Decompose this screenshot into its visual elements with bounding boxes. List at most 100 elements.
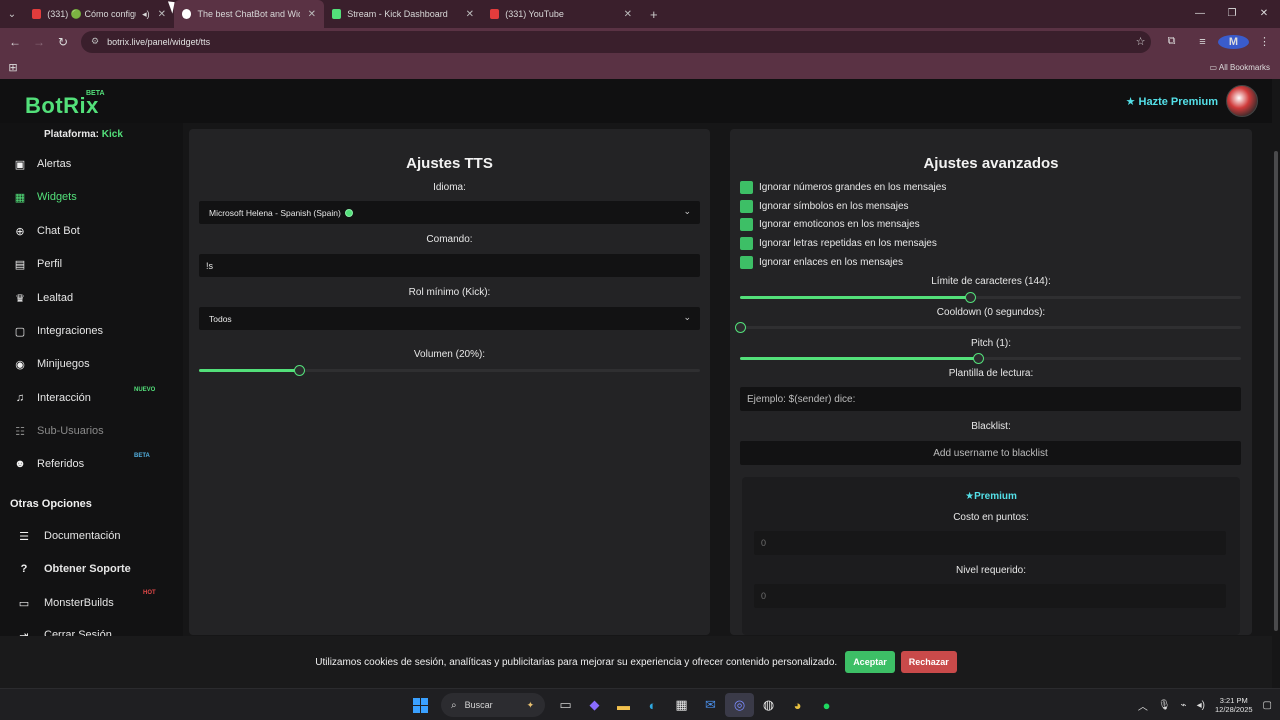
hazte-premium-link[interactable]: ★ Hazte Premium <box>1126 95 1218 108</box>
cooldown-slider[interactable] <box>735 321 1241 333</box>
premium-title: ★Premium <box>742 491 1240 502</box>
copilot-icon[interactable]: ◆ <box>580 693 609 717</box>
command-input[interactable]: !s <box>199 254 700 277</box>
sidebar-item-chat-bot[interactable]: ⊕ Chat Bot <box>12 222 79 240</box>
reject-cookies-button[interactable]: Rechazar <box>900 651 957 673</box>
sidebar-item-lealtad[interactable]: ♛ Lealtad <box>12 289 73 307</box>
sidebar-item-sub-usuarios[interactable]: ☷ Sub-Usuarios <box>12 422 104 440</box>
cooldown-label: Cooldown (0 segundos): <box>936 307 1046 318</box>
windows-taskbar: ⌕ Buscar ✦ ▭ ◆ ▬ ◐ ▦ ✉ ◎ ◍ ◕ ● ︿ 🎙 ⌁ ◂) … <box>0 688 1280 720</box>
more-menu-icon[interactable]: ⋮ <box>1249 35 1280 48</box>
star-icon: ★ <box>1125 96 1136 108</box>
ignore-links-checkbox[interactable]: Ignorar enlaces en los mensajes <box>740 255 903 269</box>
extensions-icon[interactable]: ⧉ <box>1156 35 1187 48</box>
ignore-repeated-letters-checkbox[interactable]: Ignorar letras repetidas en los mensajes <box>740 236 937 250</box>
forward-icon[interactable]: → <box>27 35 51 49</box>
close-tab-icon[interactable]: ✕ <box>624 9 632 20</box>
close-tab-icon[interactable]: ✕ <box>158 9 166 20</box>
apps-grid-icon[interactable]: ⊞ <box>0 61 26 74</box>
sidebar-item-obtener-soporte[interactable]: ? Obtener Soporte <box>16 560 131 578</box>
spotify-icon[interactable]: ● <box>812 693 841 717</box>
cost-input[interactable]: 0 <box>754 531 1226 555</box>
browser-tab[interactable]: Stream - Kick Dashboard ✕ <box>324 0 482 28</box>
scrollbar-thumb[interactable] <box>1274 151 1278 631</box>
minimize-icon[interactable]: — <box>1184 0 1216 28</box>
avatar[interactable] <box>1226 85 1258 117</box>
notifications-icon[interactable]: ▢ <box>1263 700 1272 711</box>
volume-slider[interactable] <box>199 364 700 376</box>
checkbox-checked[interactable] <box>740 255 753 269</box>
checkbox-checked[interactable] <box>740 217 753 231</box>
ignore-big-numbers-checkbox[interactable]: Ignorar números grandes en los mensajes <box>740 180 946 194</box>
file-explorer-icon[interactable]: ▬ <box>609 693 638 717</box>
search-label: Buscar <box>464 700 493 710</box>
browser-tab[interactable]: (331) 🟢 Cómo configurar ◂) ✕ <box>24 0 174 28</box>
sidebar-item-interaccion[interactable]: ♫ Interacción <box>12 389 91 407</box>
page-scrollbar[interactable] <box>1272 123 1280 688</box>
ignore-emotes-checkbox[interactable]: Ignorar emoticonos en los mensajes <box>740 217 920 231</box>
sidebar-item-alertas[interactable]: ▣ Alertas <box>12 155 71 173</box>
level-input[interactable]: 0 <box>754 584 1226 608</box>
role-select[interactable]: Todos ⌄ <box>199 307 700 330</box>
checkbox-checked[interactable] <box>740 199 753 213</box>
reload-icon[interactable]: ↻ <box>51 35 75 49</box>
close-tab-icon[interactable]: ✕ <box>466 9 474 20</box>
wifi-icon[interactable]: ⌁ <box>1181 700 1187 711</box>
char-limit-slider[interactable] <box>740 291 1241 303</box>
language-select[interactable]: Microsoft Helena - Spanish (Spain) ⌄ <box>199 201 700 224</box>
accept-cookies-button[interactable]: Aceptar <box>845 651 895 673</box>
task-view-icon[interactable]: ▭ <box>551 693 580 717</box>
slider-thumb[interactable] <box>965 292 977 303</box>
sidebar-item-widgets[interactable]: ▦ Widgets <box>12 188 77 206</box>
slider-thumb[interactable] <box>294 365 306 376</box>
slider-thumb[interactable] <box>735 322 746 333</box>
folder-icon: ▭ <box>1209 62 1218 72</box>
slider-thumb[interactable] <box>972 353 984 364</box>
restore-icon[interactable]: ❐ <box>1216 0 1248 28</box>
tray-overflow-icon[interactable]: ︿ <box>1138 698 1148 713</box>
reading-list-icon[interactable]: ≡ <box>1187 36 1218 48</box>
checkbox-checked[interactable] <box>740 180 753 194</box>
sidebar-item-label: Widgets <box>37 191 77 203</box>
microphone-icon[interactable]: 🎙 <box>1158 700 1171 711</box>
new-tab-icon[interactable]: + <box>650 7 658 22</box>
tab-search-icon[interactable]: ⌄ <box>0 0 24 28</box>
blacklist-input[interactable]: Add username to blacklist <box>740 441 1241 465</box>
chrome-icon[interactable]: ◕ <box>783 693 812 717</box>
youtube-favicon-icon <box>32 9 42 19</box>
volume-icon[interactable]: ◂) <box>1197 700 1205 711</box>
github-icon[interactable]: ◍ <box>754 693 783 717</box>
sidebar-item-perfil[interactable]: ▤ Perfil <box>12 255 62 273</box>
sidebar-item-monsterbuilds[interactable]: ▭ MonsterBuilds <box>16 594 114 612</box>
browser-tab-active[interactable]: The best ChatBot and Widgets ✕ <box>174 0 324 28</box>
start-icon[interactable] <box>406 693 435 717</box>
advanced-settings-card: Ajustes avanzados Ignorar números grande… <box>730 129 1252 635</box>
search-icon: ⌕ <box>451 699 457 711</box>
close-tab-icon[interactable]: ✕ <box>308 9 316 20</box>
sidebar-item-documentacion[interactable]: ☰ Documentación <box>16 527 120 545</box>
id-card-icon: ▤ <box>14 258 26 271</box>
sidebar-item-minijuegos[interactable]: ◉ Minijuegos <box>12 355 89 373</box>
all-bookmarks-button[interactable]: ▭ All Bookmarks <box>1210 63 1270 72</box>
browser-tab[interactable]: (331) YouTube ✕ <box>482 0 640 28</box>
close-window-icon[interactable]: ✕ <box>1248 0 1280 28</box>
sidebar-item-referidos[interactable]: ☻ Referidos <box>12 455 84 473</box>
store-icon[interactable]: ▦ <box>667 693 696 717</box>
mute-icon[interactable]: ◂) <box>142 9 150 20</box>
back-icon[interactable]: ← <box>3 35 27 49</box>
taskbar-search[interactable]: ⌕ Buscar ✦ <box>441 693 545 717</box>
checkbox-checked[interactable] <box>740 236 753 250</box>
ignore-symbols-checkbox[interactable]: Ignorar símbolos en los mensajes <box>740 199 909 213</box>
profile-icon[interactable]: M <box>1218 34 1249 49</box>
discord-icon[interactable]: ◎ <box>725 693 754 717</box>
pitch-slider[interactable] <box>740 352 1241 364</box>
mail-icon[interactable]: ✉ <box>696 693 725 717</box>
bookmark-star-icon[interactable]: ☆ <box>1125 35 1156 48</box>
edge-icon[interactable]: ◐ <box>638 693 667 717</box>
site-info-icon[interactable]: ⚙ <box>91 36 99 47</box>
url-field[interactable]: ⚙ botrix.live/panel/widget/tts <box>81 30 1151 53</box>
template-input[interactable]: Ejemplo: $(sender) dice: <box>740 387 1241 411</box>
slider-fill <box>199 369 300 372</box>
sidebar-item-integraciones[interactable]: ▢ Integraciones <box>12 322 103 340</box>
clock[interactable]: 3:21 PM 12/28/2025 <box>1215 696 1253 714</box>
